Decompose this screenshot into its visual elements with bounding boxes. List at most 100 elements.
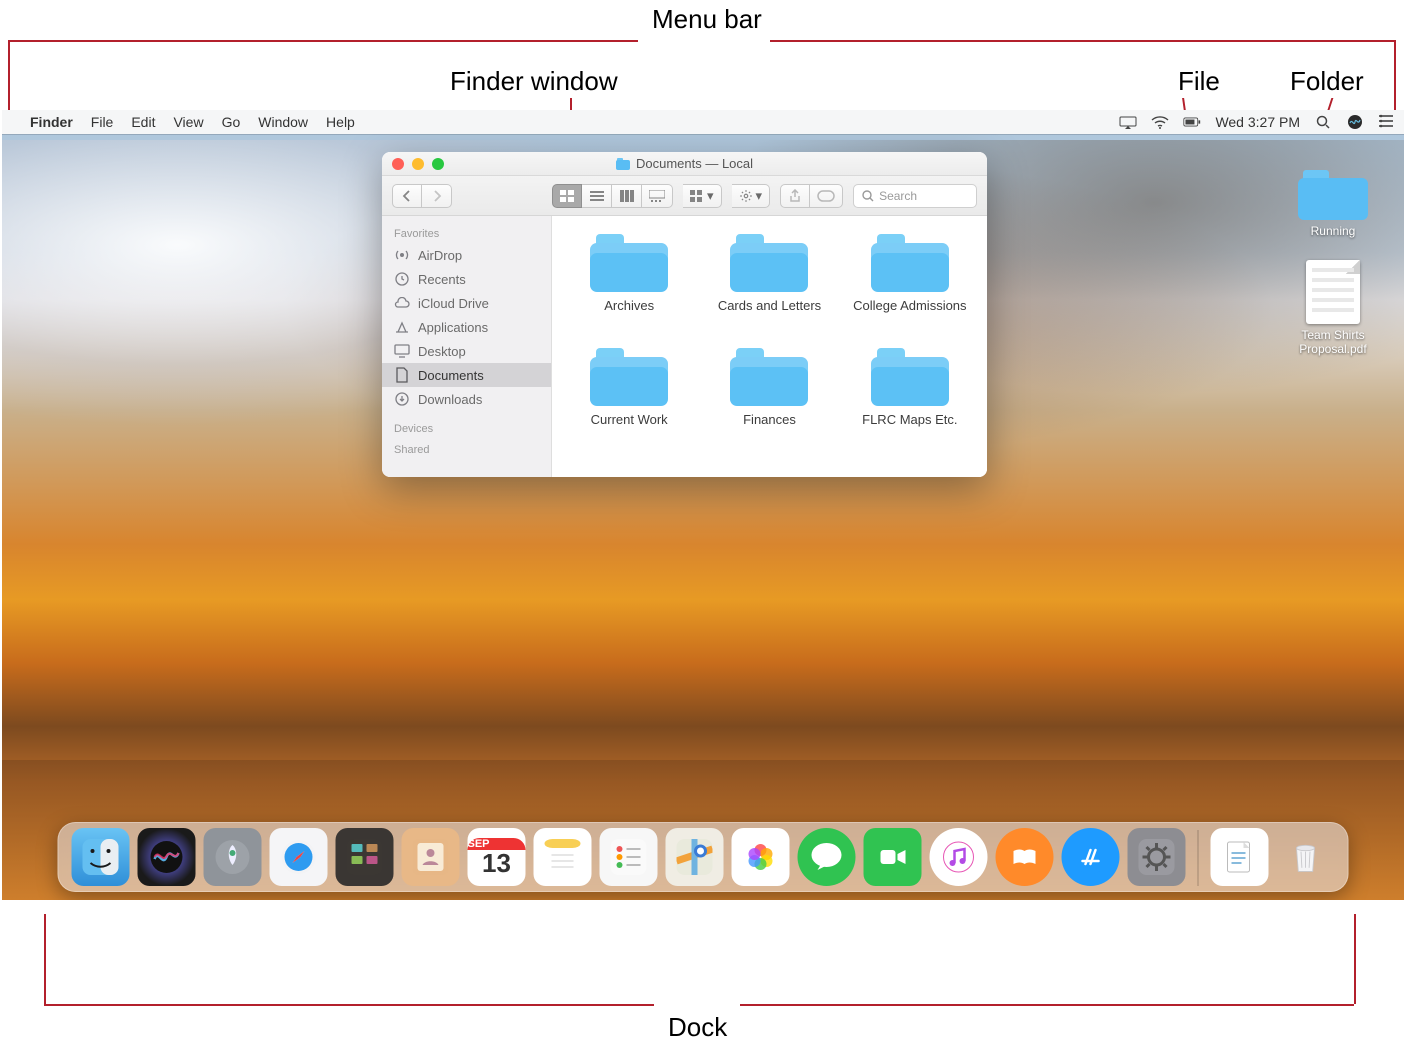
dock-photos[interactable]: [732, 828, 790, 886]
menu-file[interactable]: File: [91, 114, 114, 130]
airplay-icon[interactable]: [1119, 115, 1137, 129]
menu-view[interactable]: View: [173, 114, 203, 130]
arrange-icon: [690, 190, 704, 202]
column-view-button[interactable]: [612, 184, 642, 208]
sidebar-item-downloads[interactable]: Downloads: [382, 387, 551, 411]
back-button[interactable]: [392, 184, 422, 208]
dock-contacts[interactable]: [402, 828, 460, 886]
nav-buttons: [392, 184, 452, 208]
folder-college-admissions[interactable]: College Admissions: [843, 234, 977, 330]
folder-current-work[interactable]: Current Work: [562, 348, 696, 444]
finder-title: Documents — Local: [636, 156, 753, 171]
dock-notes[interactable]: [534, 828, 592, 886]
dock-siri[interactable]: [138, 828, 196, 886]
gear-icon: [739, 189, 753, 203]
dock-messages[interactable]: [798, 828, 856, 886]
annotation-line: [44, 914, 46, 1004]
folder-label: Finances: [702, 412, 836, 444]
airdrop-icon: [394, 247, 410, 263]
photos-icon: [743, 839, 779, 875]
zoom-button[interactable]: [432, 158, 444, 170]
sidebar-item-desktop[interactable]: Desktop: [382, 339, 551, 363]
annotation-line: [8, 40, 638, 42]
dock-reminders[interactable]: [600, 828, 658, 886]
folder-cards-letters[interactable]: Cards and Letters: [702, 234, 836, 330]
dock-system-preferences[interactable]: [1128, 828, 1186, 886]
close-button[interactable]: [392, 158, 404, 170]
annotation-line: [740, 1004, 1354, 1006]
annotation-line: [1394, 40, 1396, 112]
finder-titlebar[interactable]: Documents — Local: [382, 152, 987, 176]
annotation-menubar-label: Menu bar: [652, 4, 762, 35]
sidebar-item-icloud[interactable]: iCloud Drive: [382, 291, 551, 315]
sidebar-item-airdrop[interactable]: AirDrop: [382, 243, 551, 267]
tags-button[interactable]: [810, 184, 843, 208]
annotation-dock-label: Dock: [668, 1012, 727, 1043]
desktop-icon: [394, 343, 410, 359]
dock-maps[interactable]: [666, 828, 724, 886]
search-field[interactable]: Search: [853, 184, 977, 208]
dock-container: SEP 13: [58, 822, 1349, 892]
desktop-folder-running[interactable]: Running: [1288, 170, 1378, 238]
dock-calendar[interactable]: SEP 13: [468, 828, 526, 886]
dock-finder[interactable]: [72, 828, 130, 886]
arrange-group: ▾: [683, 184, 722, 208]
siri-icon: [149, 839, 185, 875]
finder-content[interactable]: Archives Cards and Letters College Admis…: [552, 216, 987, 477]
forward-button[interactable]: [422, 184, 452, 208]
desktop[interactable]: Running Team Shirts Proposal.pdf Documen…: [2, 110, 1404, 900]
share-button[interactable]: [780, 184, 810, 208]
folder-finances[interactable]: Finances: [702, 348, 836, 444]
menu-go[interactable]: Go: [222, 114, 241, 130]
menu-window[interactable]: Window: [258, 114, 308, 130]
dock-trash[interactable]: [1277, 828, 1335, 886]
dock-ibooks[interactable]: [996, 828, 1054, 886]
folder-icon: [616, 158, 630, 170]
action-group: ▾: [732, 184, 771, 208]
sidebar-item-recents[interactable]: Recents: [382, 267, 551, 291]
folder-label: FLRC Maps Etc.: [843, 412, 977, 444]
folder-label: Current Work: [562, 412, 696, 444]
finder-window[interactable]: Documents — Local: [382, 152, 987, 477]
icon-view-button[interactable]: [552, 184, 582, 208]
gallery-view-button[interactable]: [642, 184, 673, 208]
dock-launchpad[interactable]: [204, 828, 262, 886]
siri-status-icon[interactable]: [1346, 115, 1364, 129]
dock-appstore[interactable]: [1062, 828, 1120, 886]
annotation-line: [770, 40, 1394, 42]
sidebar-item-documents[interactable]: Documents: [382, 363, 551, 387]
desktop-folder-label: Running: [1288, 224, 1378, 238]
notification-center-icon[interactable]: [1378, 114, 1394, 130]
menu-edit[interactable]: Edit: [131, 114, 155, 130]
folder-label: Archives: [562, 298, 696, 330]
arrange-button[interactable]: ▾: [683, 184, 722, 208]
sidebar-label: Recents: [418, 272, 466, 287]
notes-icon: [545, 839, 581, 875]
dock-mission-control[interactable]: [336, 828, 394, 886]
annotation-line: [44, 1004, 654, 1006]
wifi-icon[interactable]: [1151, 115, 1169, 129]
spotlight-icon[interactable]: [1314, 115, 1332, 129]
dock-safari[interactable]: [270, 828, 328, 886]
dock-itunes[interactable]: [930, 828, 988, 886]
desktop-file-team-shirts[interactable]: Team Shirts Proposal.pdf: [1288, 260, 1378, 356]
battery-icon[interactable]: [1183, 115, 1201, 129]
app-menu[interactable]: Finder: [30, 114, 73, 130]
dock[interactable]: SEP 13: [58, 822, 1349, 892]
file-icon: [1306, 260, 1360, 324]
folder-flrc-maps[interactable]: FLRC Maps Etc.: [843, 348, 977, 444]
sidebar-label: Desktop: [418, 344, 466, 359]
gallery-icon: [649, 190, 665, 202]
compass-icon: [281, 839, 317, 875]
dock-facetime[interactable]: [864, 828, 922, 886]
menubar[interactable]: Finder File Edit View Go Window Help Wed…: [2, 110, 1404, 134]
dock-documents-stack[interactable]: [1211, 828, 1269, 886]
menu-help[interactable]: Help: [326, 114, 355, 130]
sidebar-label: iCloud Drive: [418, 296, 489, 311]
minimize-button[interactable]: [412, 158, 424, 170]
sidebar-item-applications[interactable]: Applications: [382, 315, 551, 339]
status-time[interactable]: Wed 3:27 PM: [1215, 114, 1300, 130]
list-view-button[interactable]: [582, 184, 612, 208]
action-button[interactable]: ▾: [732, 184, 771, 208]
folder-archives[interactable]: Archives: [562, 234, 696, 330]
